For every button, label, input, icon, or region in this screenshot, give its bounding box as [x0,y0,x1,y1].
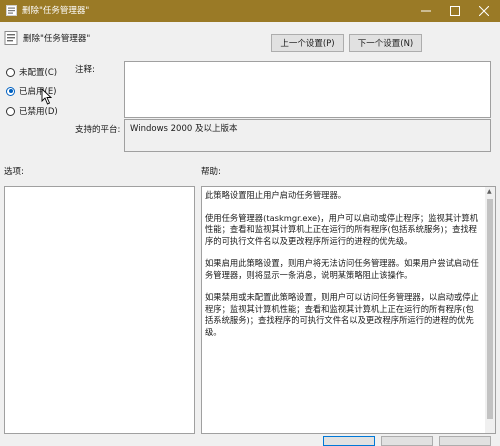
radio-not-configured[interactable]: 未配置(C) [6,66,57,78]
maximize-button[interactable] [441,0,469,22]
maximize-icon [450,6,460,16]
previous-setting-button[interactable]: 上一个设置(P) [271,34,344,52]
help-paragraph: 如果启用此策略设置，则用户将无法访问任务管理器。如果用户尝试启动任务管理器，则将… [205,258,479,280]
close-button[interactable] [470,0,498,22]
apply-button[interactable] [439,436,491,446]
policy-app-icon [6,5,17,16]
policy-name: 删除"任务管理器" [23,34,91,44]
radio-circle[interactable] [6,67,15,77]
policy-setting-icon [4,31,18,45]
help-paragraph: 如果禁用或未配置此策略设置，则用户可以访问任务管理器，以启动或停止程序；监视其计… [205,292,479,337]
scrollbar-thumb[interactable] [487,199,493,419]
options-panel [4,186,195,434]
minimize-button[interactable] [412,0,440,22]
help-label: 帮助: [201,167,221,177]
radio-label: 已禁用(D) [19,107,58,117]
comment-label: 注释: [75,65,95,75]
minimize-icon [421,10,431,12]
cancel-button[interactable] [381,436,433,446]
radio-circle[interactable] [6,106,15,116]
scroll-up-arrow-icon[interactable]: ▲ [487,189,492,195]
comment-field[interactable] [124,61,491,118]
help-panel: 此策略设置阻止用户启动任务管理器。 使用任务管理器(taskmgr.exe)，用… [201,186,496,434]
next-setting-button[interactable]: 下一个设置(N) [349,34,422,52]
help-paragraph: 此策略设置阻止用户启动任务管理器。 [205,190,347,200]
close-icon [479,6,489,16]
supported-platform-value: Windows 2000 及以上版本 [124,119,491,152]
options-label: 选项: [4,167,24,177]
radio-label: 未配置(C) [19,68,58,78]
supported-platform-label: 支持的平台: [75,125,121,135]
window-title: 删除"任务管理器" [22,6,90,16]
title-bar: 删除"任务管理器" [0,0,500,22]
mouse-cursor-icon [41,88,52,105]
radio-circle-checked[interactable] [6,86,15,96]
help-paragraph: 使用任务管理器(taskmgr.exe)，用户可以启动或停止程序；监视其计算机性… [205,212,479,246]
radio-disabled[interactable]: 已禁用(D) [6,105,58,117]
ok-button[interactable] [323,436,375,446]
help-scrollbar[interactable]: ▲ [485,187,495,433]
